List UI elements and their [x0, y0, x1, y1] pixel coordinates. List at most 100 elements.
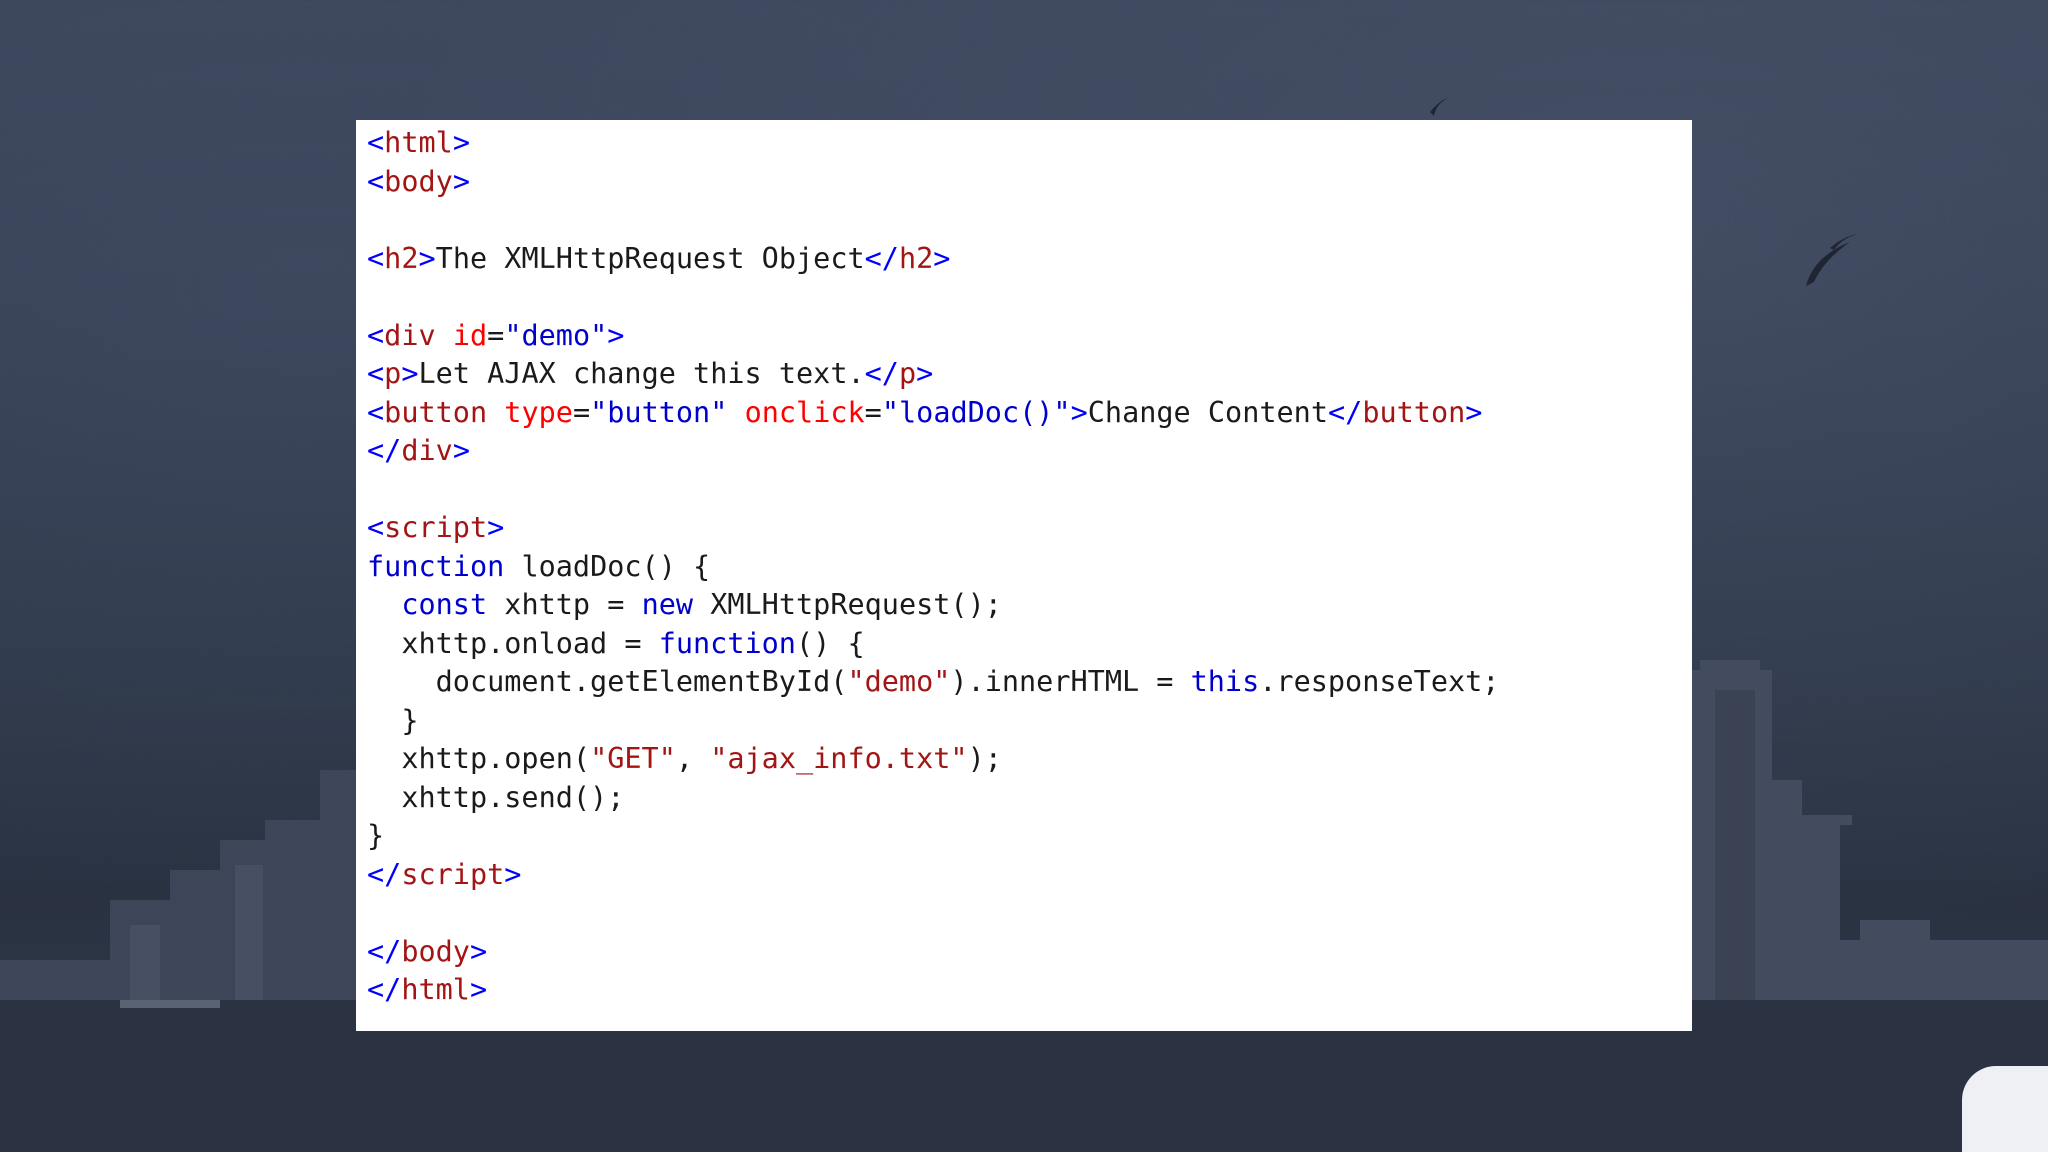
code-text-token: = [572, 395, 591, 429]
code-line: </div> [367, 432, 1692, 471]
tag-bracket-token: > [1070, 395, 1088, 429]
code-line: function loadDoc() { [367, 548, 1692, 587]
code-text-token: Change Content [1087, 395, 1328, 429]
code-line: document.getElementById("demo").innerHTM… [367, 663, 1692, 702]
tag-name-token: h2 [898, 241, 934, 275]
code-line: </script> [367, 856, 1692, 895]
code-text-token: () { [795, 626, 865, 660]
code-line: </html> [367, 971, 1692, 1010]
keyword-token: function [367, 549, 505, 583]
code-text-token: = [864, 395, 882, 429]
code-line: xhttp.send(); [367, 779, 1692, 818]
tag-name-token: html [401, 973, 470, 1006]
tag-bracket-token: < [367, 511, 385, 544]
code-text-token: = [487, 318, 505, 352]
code-text-token: } [367, 703, 419, 737]
code-block: <html> <body> <h2>The XMLHttpRequest Objec… [367, 124, 1692, 1010]
tag-bracket-token: </ [864, 241, 899, 275]
code-text-token: xhttp.onload = [367, 626, 659, 660]
tag-bracket-token: </ [367, 973, 402, 1006]
tag-bracket-token: > [452, 126, 470, 159]
code-text-token: loadDoc() { [504, 549, 711, 583]
attribute-name-token: id [452, 318, 488, 352]
tag-bracket-token: </ [367, 857, 402, 891]
tag-name-token: p [898, 357, 917, 390]
tag-name-token: h2 [384, 241, 419, 275]
tag-bracket-token: > [504, 857, 522, 891]
corner-chat-widget[interactable] [1962, 1066, 2048, 1152]
code-line: } [367, 817, 1692, 856]
tag-name-token: p [384, 357, 402, 390]
tag-name-token: script [384, 511, 488, 544]
attribute-value-token: "loadDoc()" [881, 395, 1071, 429]
code-line: <script> [367, 509, 1692, 548]
code-text-token: , [675, 742, 711, 775]
code-line: <div id="demo"> [367, 317, 1692, 356]
string-literal-token: "GET" [590, 742, 676, 775]
string-literal-token: "demo" [847, 665, 951, 698]
tag-name-token: body [384, 164, 453, 198]
tag-name-token: html [384, 126, 453, 159]
tag-bracket-token: > [418, 241, 436, 275]
code-text-token: xhttp = [487, 588, 642, 621]
tag-name-token: body [401, 934, 470, 968]
tag-bracket-token: < [367, 395, 385, 429]
tag-name-token: button [1362, 395, 1466, 429]
code-text-token: document.getElementById( [367, 665, 848, 698]
code-line: xhttp.onload = function() { [367, 625, 1692, 664]
code-text-token: Let AJAX change this text. [418, 357, 865, 390]
tag-bracket-token: < [367, 241, 385, 275]
code-line: <h2>The XMLHttpRequest Object</h2> [367, 240, 1692, 279]
code-line: </body> [367, 933, 1692, 972]
tag-name-token: div [401, 434, 453, 467]
tag-name-token: button [384, 395, 488, 429]
code-text-token: } [367, 819, 385, 852]
code-line: <html> [367, 124, 1692, 163]
keyword-token: function [658, 626, 796, 660]
tag-bracket-token: < [367, 357, 385, 390]
tag-bracket-token: > [487, 511, 505, 544]
tag-bracket-token: > [452, 434, 470, 467]
tag-bracket-token: > [452, 164, 470, 198]
tag-bracket-token: > [469, 973, 488, 1006]
keyword-token: this [1190, 665, 1260, 698]
code-text-token: xhttp.open( [367, 742, 591, 775]
tag-bracket-token: > [916, 357, 934, 390]
keyword-token: new [641, 588, 694, 621]
code-text-token: ).innerHTML = [950, 665, 1191, 698]
code-text-token: The XMLHttpRequest Object [435, 241, 865, 275]
tag-bracket-token: > [933, 241, 951, 275]
tag-bracket-token: </ [367, 934, 402, 968]
tag-name-token: div [384, 318, 436, 352]
tag-bracket-token: < [367, 126, 385, 159]
code-text-token: ); [967, 742, 1002, 775]
code-line: <button type="button" onclick="loadDoc()… [367, 394, 1692, 433]
code-line: } [367, 702, 1692, 741]
tag-name-token: script [401, 857, 505, 891]
tag-bracket-token: > [1465, 395, 1483, 429]
code-line: <p>Let AJAX change this text.</p> [367, 355, 1692, 394]
attribute-value-token: "demo" [504, 318, 608, 352]
tag-bracket-token: < [367, 164, 385, 198]
tag-bracket-token: > [401, 357, 419, 390]
tag-bracket-token: </ [864, 357, 899, 390]
code-line: <body> [367, 163, 1692, 202]
keyword-token: const [401, 588, 488, 621]
tag-bracket-token: </ [367, 434, 402, 467]
code-line: xhttp.open("GET", "ajax_info.txt"); [367, 740, 1692, 779]
code-text-token: .responseText; [1259, 665, 1500, 698]
code-text-token: xhttp.send(); [367, 780, 625, 814]
tag-bracket-token: > [469, 934, 488, 968]
string-literal-token: "ajax_info.txt" [710, 742, 968, 775]
attribute-name-token: type [504, 395, 573, 429]
tag-bracket-token: > [607, 318, 625, 352]
tag-bracket-token: </ [1327, 395, 1363, 429]
